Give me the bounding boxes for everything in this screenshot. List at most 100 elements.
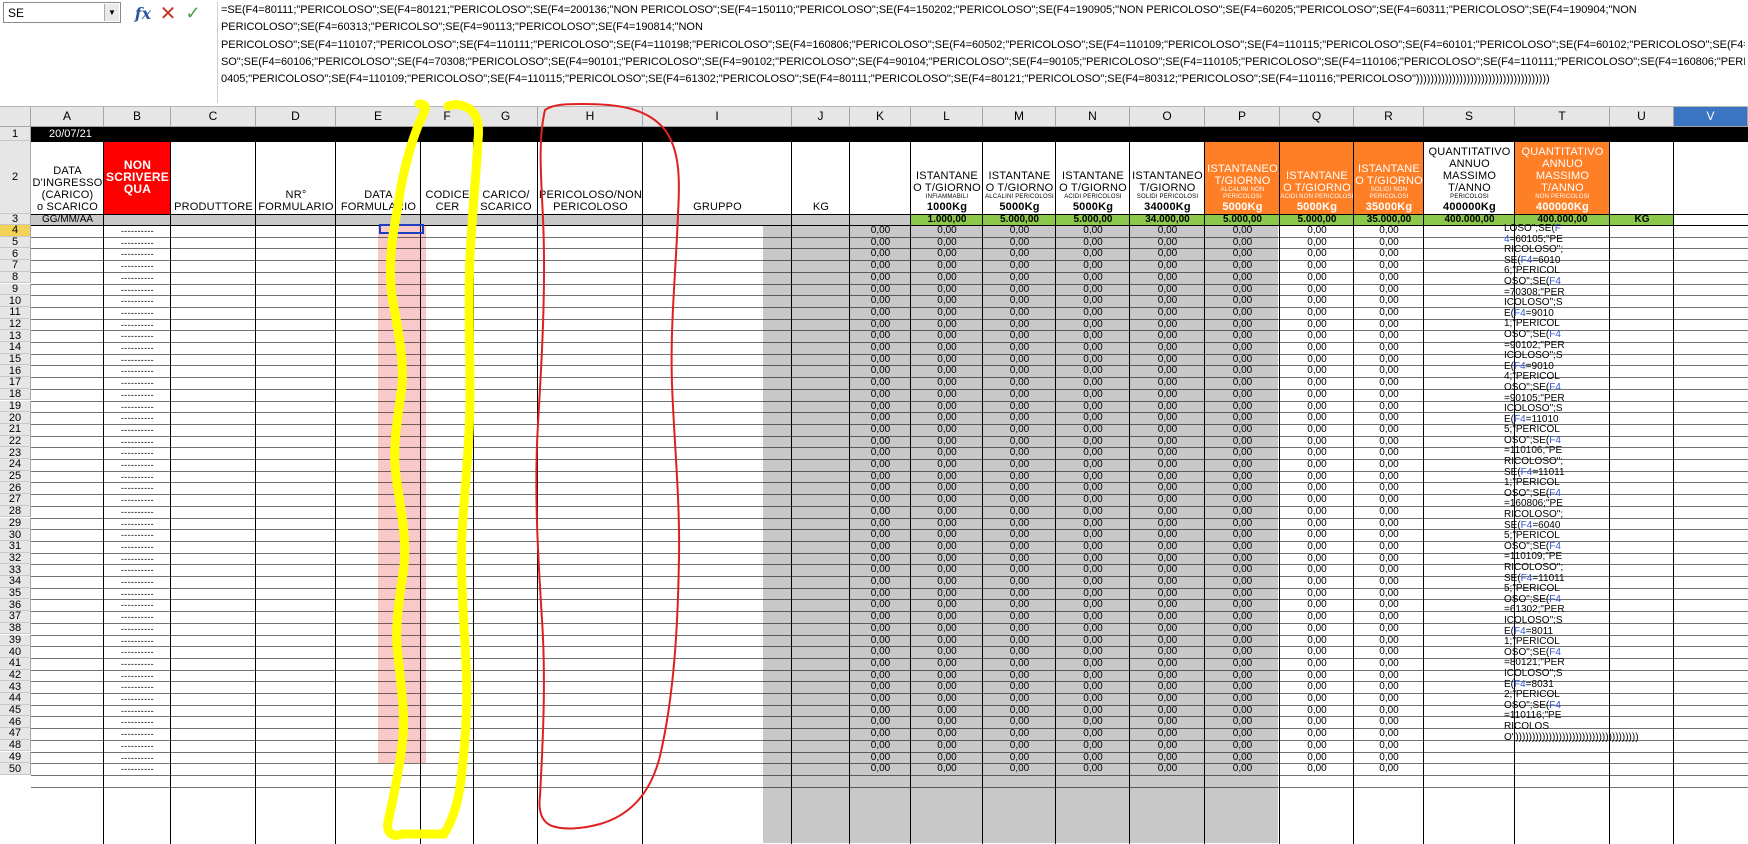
cell-q20[interactable]: 0,00 — [1280, 413, 1354, 423]
cell-m26[interactable]: 0,00 — [983, 483, 1056, 493]
cell-k27[interactable]: 0,00 — [850, 495, 911, 505]
row-header-1[interactable]: 1 — [0, 127, 31, 141]
cell-r29[interactable]: 0,00 — [1354, 518, 1424, 529]
cell-b44[interactable]: ---------- — [104, 694, 171, 704]
cell-l39[interactable]: 0,00 — [911, 635, 983, 646]
cell-l28[interactable]: 0,00 — [911, 506, 983, 517]
cell-r27[interactable]: 0,00 — [1354, 495, 1424, 505]
cell-l17[interactable]: 0,00 — [911, 378, 983, 388]
cell-q32[interactable]: 0,00 — [1280, 553, 1354, 564]
cell-p43[interactable]: 0,00 — [1205, 682, 1280, 692]
cell-q47[interactable]: 0,00 — [1280, 729, 1354, 739]
check-icon[interactable]: ✓ — [182, 2, 204, 24]
cell-n7[interactable]: 0,00 — [1056, 261, 1130, 271]
row-header-24[interactable]: 24 — [0, 458, 31, 471]
cell-n18[interactable]: 0,00 — [1056, 389, 1130, 400]
cell-r47[interactable]: 0,00 — [1354, 729, 1424, 739]
cell-q18[interactable]: 0,00 — [1280, 389, 1354, 400]
cell-l38[interactable]: 0,00 — [911, 623, 983, 634]
cell-r18[interactable]: 0,00 — [1354, 389, 1424, 400]
cell-o27[interactable]: 0,00 — [1130, 495, 1205, 505]
cell-n15[interactable]: 0,00 — [1056, 354, 1130, 365]
column-header-n[interactable]: N — [1056, 107, 1130, 127]
cell-k48[interactable]: 0,00 — [850, 740, 911, 751]
cell-q16[interactable]: 0,00 — [1280, 366, 1354, 376]
cell-b26[interactable]: ---------- — [104, 483, 171, 493]
cell-l31[interactable]: 0,00 — [911, 541, 983, 552]
row3-cell-f[interactable] — [421, 214, 474, 225]
cell-o10[interactable]: 0,00 — [1130, 296, 1205, 306]
cell-r44[interactable]: 0,00 — [1354, 694, 1424, 704]
cell-n33[interactable]: 0,00 — [1056, 565, 1130, 575]
cell-p4[interactable]: 0,00 — [1205, 226, 1280, 236]
cell-p42[interactable]: 0,00 — [1205, 670, 1280, 681]
cell-b12[interactable]: ---------- — [104, 320, 171, 330]
cell-b34[interactable]: ---------- — [104, 577, 171, 587]
cell-b27[interactable]: ---------- — [104, 495, 171, 505]
cell-n30[interactable]: 0,00 — [1056, 530, 1130, 540]
cell-l35[interactable]: 0,00 — [911, 588, 983, 599]
cell-b23[interactable]: ---------- — [104, 448, 171, 458]
cell-q7[interactable]: 0,00 — [1280, 261, 1354, 271]
cell-r26[interactable]: 0,00 — [1354, 483, 1424, 493]
cell-m12[interactable]: 0,00 — [983, 319, 1056, 330]
cell-o43[interactable]: 0,00 — [1130, 682, 1205, 692]
column-header-a[interactable]: A — [31, 107, 104, 127]
cell-q42[interactable]: 0,00 — [1280, 670, 1354, 681]
cell-r42[interactable]: 0,00 — [1354, 670, 1424, 681]
cell-l49[interactable]: 0,00 — [911, 752, 983, 763]
cell-p30[interactable]: 0,00 — [1205, 530, 1280, 540]
cell-r46[interactable]: 0,00 — [1354, 717, 1424, 727]
cell-p26[interactable]: 0,00 — [1205, 483, 1280, 493]
cell-b45[interactable]: ---------- — [104, 706, 171, 716]
cell-k10[interactable]: 0,00 — [850, 296, 911, 306]
cell-o25[interactable]: 0,00 — [1130, 471, 1205, 482]
cell-o17[interactable]: 0,00 — [1130, 378, 1205, 388]
cell-b37[interactable]: ---------- — [104, 612, 171, 622]
cell-n49[interactable]: 0,00 — [1056, 752, 1130, 763]
cell-p46[interactable]: 0,00 — [1205, 717, 1280, 727]
cell-l8[interactable]: 0,00 — [911, 272, 983, 283]
cell-r40[interactable]: 0,00 — [1354, 647, 1424, 657]
header-i[interactable]: GRUPPO — [643, 141, 792, 214]
column-header-m[interactable]: M — [983, 107, 1056, 127]
cell-p24[interactable]: 0,00 — [1205, 460, 1280, 470]
cell-l12[interactable]: 0,00 — [911, 319, 983, 330]
cell-m8[interactable]: 0,00 — [983, 272, 1056, 283]
cell-k5[interactable]: 0,00 — [850, 237, 911, 248]
row-header-12[interactable]: 12 — [0, 318, 31, 331]
cell-p7[interactable]: 0,00 — [1205, 261, 1280, 271]
header-n[interactable]: ISTANTANE O T/GIORNO ACIDI PERICOLOSI 5000K… — [1056, 141, 1130, 214]
cell-k23[interactable]: 0,00 — [850, 448, 911, 458]
cell-b7[interactable]: ---------- — [104, 261, 171, 271]
cell-n36[interactable]: 0,00 — [1056, 600, 1130, 610]
cell-m21[interactable]: 0,00 — [983, 424, 1056, 435]
cell-b9[interactable]: ---------- — [104, 285, 171, 295]
cell-m35[interactable]: 0,00 — [983, 588, 1056, 599]
cell-o8[interactable]: 0,00 — [1130, 272, 1205, 283]
cell-m33[interactable]: 0,00 — [983, 565, 1056, 575]
row-header-25[interactable]: 25 — [0, 470, 31, 483]
cell-p27[interactable]: 0,00 — [1205, 495, 1280, 505]
cell-r14[interactable]: 0,00 — [1354, 343, 1424, 353]
cell-m37[interactable]: 0,00 — [983, 612, 1056, 622]
row-header-6[interactable]: 6 — [0, 248, 31, 261]
name-box[interactable]: SE ▼ — [3, 2, 121, 23]
row-header-29[interactable]: 29 — [0, 517, 31, 530]
cell-m25[interactable]: 0,00 — [983, 471, 1056, 482]
cell-o50[interactable]: 0,00 — [1130, 764, 1205, 774]
row3-cell-b[interactable] — [104, 214, 171, 225]
row-header-34[interactable]: 34 — [0, 575, 31, 588]
header-s[interactable]: QUANTITATIVO ANNUO MASSIMO T/ANNO PERICOLOSI… — [1424, 141, 1515, 214]
cell-b22[interactable]: ---------- — [104, 437, 171, 447]
cell-l47[interactable]: 0,00 — [911, 729, 983, 739]
cell-l41[interactable]: 0,00 — [911, 658, 983, 669]
cell-m13[interactable]: 0,00 — [983, 331, 1056, 341]
row-header-20[interactable]: 20 — [0, 412, 31, 424]
row-header-21[interactable]: 21 — [0, 423, 31, 436]
row-header-43[interactable]: 43 — [0, 681, 31, 693]
cell-l36[interactable]: 0,00 — [911, 600, 983, 610]
formula-input[interactable]: =SE(F4=80111;"PERICOLOSO";SE(F4=80121;"P… — [217, 2, 1745, 103]
cell-n50[interactable]: 0,00 — [1056, 764, 1130, 774]
cell-r5[interactable]: 0,00 — [1354, 237, 1424, 248]
